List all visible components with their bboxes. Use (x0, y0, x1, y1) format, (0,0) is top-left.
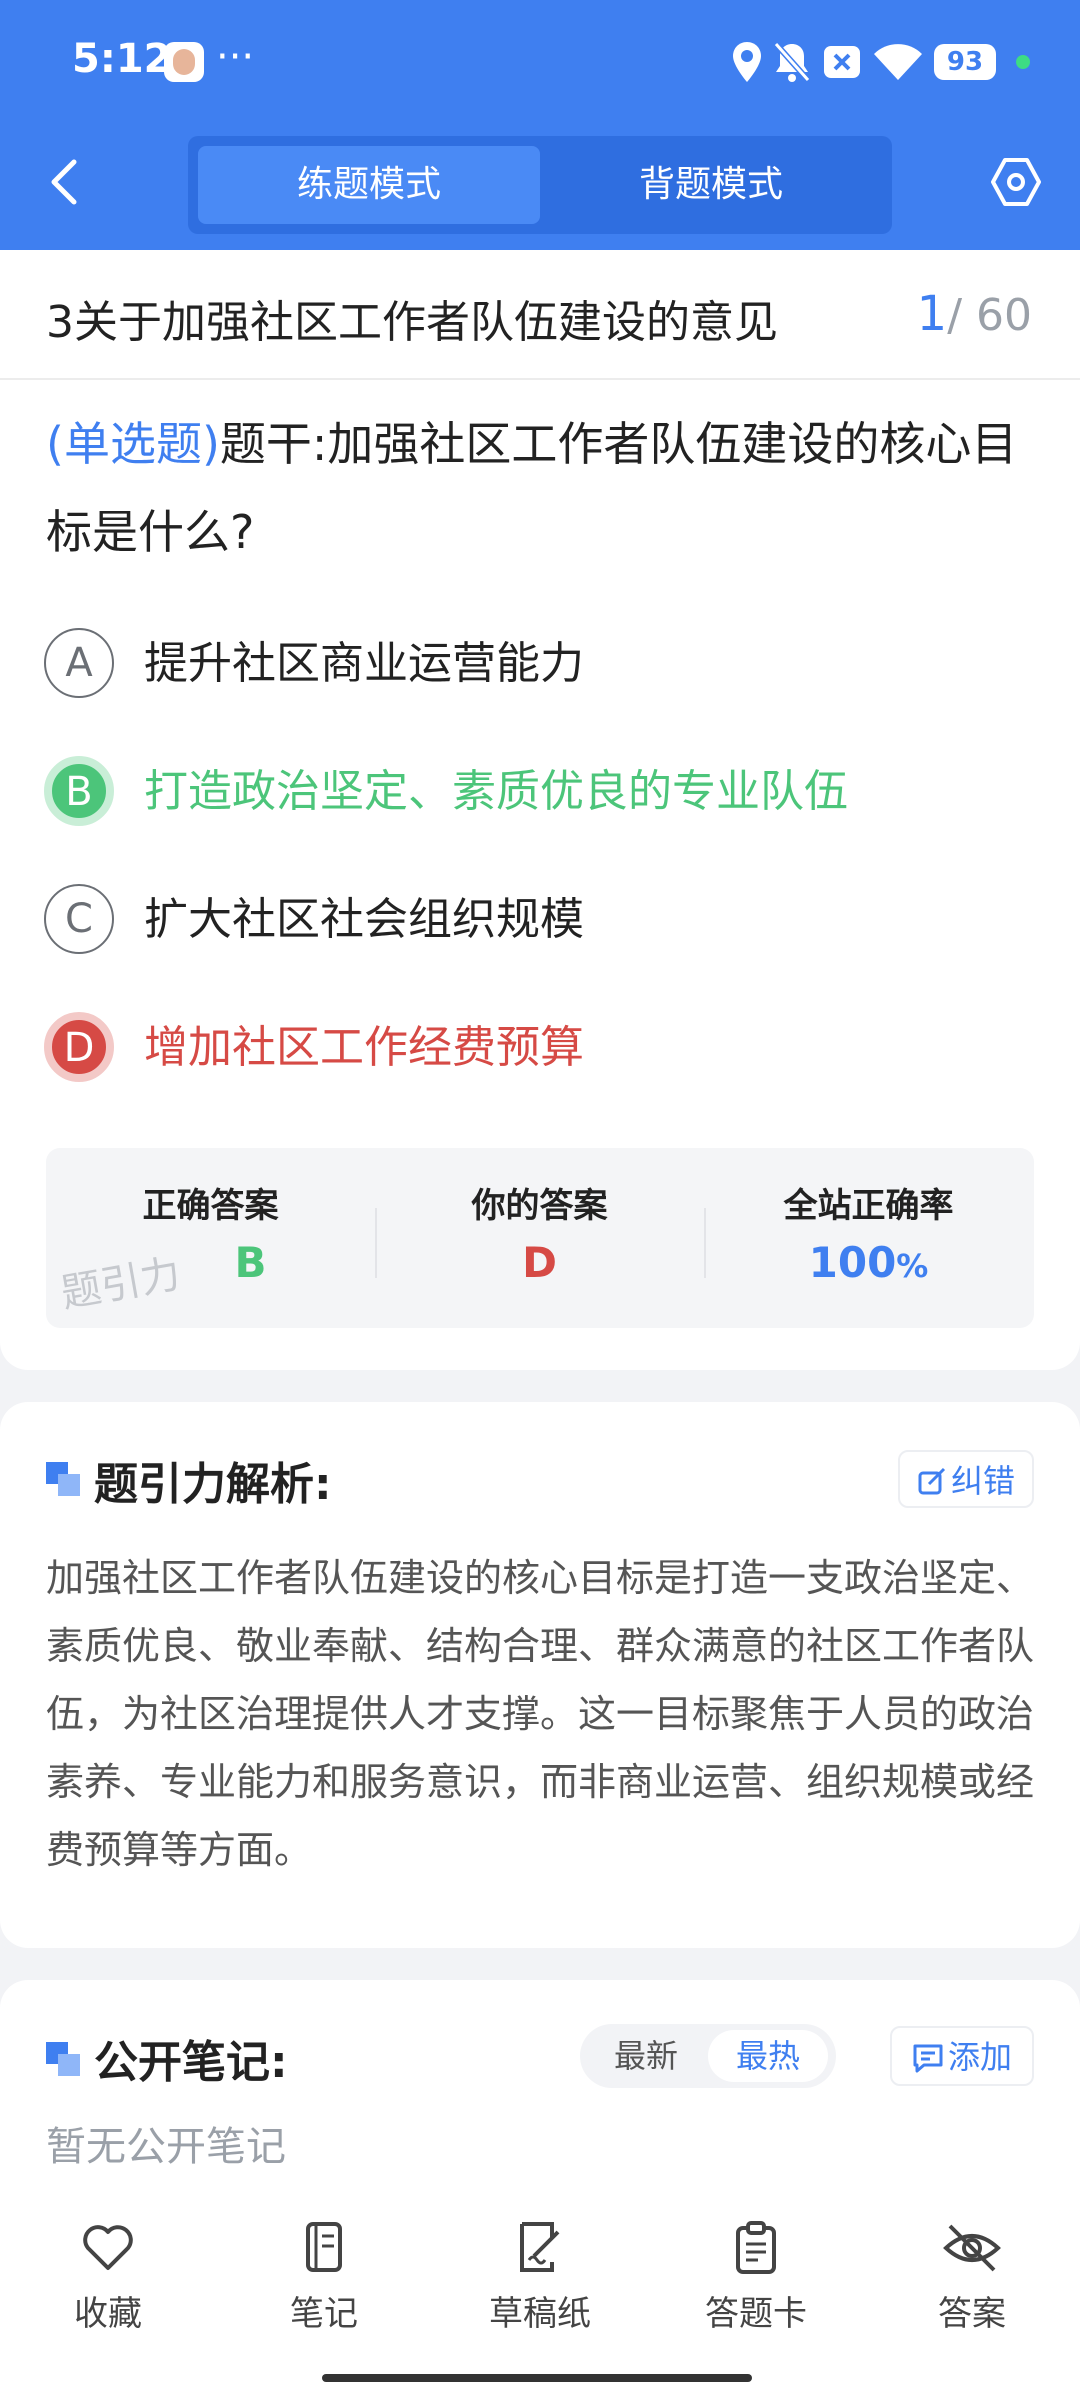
status-time: 5:12 (72, 36, 172, 82)
sort-latest-button[interactable]: 最新 (590, 2030, 702, 2082)
section-icon (46, 2042, 82, 2078)
tab-label: 草稿纸 (489, 2294, 591, 2334)
sort-hot-button[interactable]: 最热 (708, 2030, 828, 2082)
report-error-label: 纠错 (950, 1462, 1015, 1500)
add-note-label: 添加 (947, 2038, 1012, 2076)
notification-avatar-icon (164, 42, 204, 82)
site-accuracy-value: 100% (704, 1238, 1033, 1287)
eye-off-icon (943, 2224, 1001, 2272)
site-accuracy-number: 100 (808, 1238, 897, 1287)
tab-label: 笔记 (290, 2294, 358, 2334)
bell-mute-icon (773, 42, 811, 82)
question-counter: 1/ 60 (917, 286, 1032, 342)
correct-answer-label: 正确答案 (142, 1186, 279, 1226)
sim-off-icon (824, 46, 860, 78)
add-note-button[interactable]: 添加 (890, 2026, 1034, 2086)
show-answer-button[interactable]: 答案 (892, 2220, 1052, 2340)
battery-icon: 93 (934, 44, 996, 80)
tab-recite-mode[interactable]: 背题模式 (540, 146, 882, 224)
settings-icon[interactable] (990, 156, 1042, 208)
notebook-icon (306, 2222, 342, 2272)
home-indicator[interactable] (322, 2374, 752, 2382)
tab-label: 答题卡 (705, 2294, 807, 2334)
option-letter: A (44, 628, 114, 698)
heart-icon (83, 2225, 133, 2270)
site-accuracy-label: 全站正确率 (783, 1186, 954, 1226)
question-type: (单选题) (46, 417, 220, 471)
option-text: 扩大社区社会组织规模 (144, 894, 584, 945)
answer-card-button[interactable]: 答题卡 (676, 2220, 836, 2340)
answer-card-icon (736, 2221, 776, 2274)
question-total: / 60 (947, 290, 1032, 341)
more-notifications-icon: ··· (216, 34, 255, 80)
divider (0, 378, 1080, 380)
notes-empty-text: 暂无公开笔记 (46, 2124, 286, 2170)
analysis-title: 题引力解析: (94, 1459, 332, 1510)
draft-paper-button[interactable]: 草稿纸 (460, 2220, 620, 2340)
tab-practice-mode[interactable]: 练题模式 (198, 146, 540, 224)
option-text: 打造政治坚定、素质优良的专业队伍 (144, 766, 848, 817)
your-answer: 你的答案 D (375, 1148, 704, 1328)
location-icon (733, 42, 761, 82)
chapter-title: 3关于加强社区工作者队伍建设的意见 (46, 297, 778, 348)
your-answer-value: D (522, 1238, 557, 1287)
analysis-text: 加强社区工作者队伍建设的核心目标是打造一支政治坚定、素质优良、敬业奉献、结构合理… (46, 1556, 1035, 1872)
option-c[interactable]: C 扩大社区社会组织规模 (44, 880, 1034, 960)
option-b[interactable]: B 打造政治坚定、素质优良的专业队伍 (44, 752, 1034, 832)
option-d[interactable]: D 增加社区工作经费预算 (44, 1008, 1034, 1088)
question-stem: (单选题)题干:加强社区工作者队伍建设的核心目标是什么? (46, 400, 1036, 576)
option-text: 增加社区工作经费预算 (144, 1022, 584, 1073)
comment-icon (913, 2044, 943, 2073)
option-a[interactable]: A 提升社区商业运营能力 (44, 624, 1034, 704)
option-letter: D (44, 1012, 114, 1082)
your-answer-label: 你的答案 (471, 1186, 608, 1226)
status-dot (1016, 55, 1030, 69)
option-letter: C (44, 884, 114, 954)
option-text: 提升社区商业运营能力 (144, 638, 584, 689)
section-icon (46, 1462, 82, 1498)
question-current: 1 (916, 286, 948, 342)
wifi-icon (874, 44, 922, 80)
site-accuracy: 全站正确率 100% (704, 1148, 1033, 1328)
edit-icon (918, 1467, 946, 1495)
option-letter: B (44, 756, 114, 826)
notes-button[interactable]: 笔记 (244, 2220, 404, 2340)
report-error-button[interactable]: 纠错 (898, 1450, 1034, 1508)
tab-label: 收藏 (74, 2294, 142, 2334)
favorite-button[interactable]: 收藏 (28, 2220, 188, 2340)
notes-title: 公开笔记: (94, 2037, 288, 2088)
draft-paper-icon (520, 2222, 560, 2272)
answer-summary: 正确答案 B 你的答案 D 全站正确率 100% (46, 1148, 1034, 1328)
back-icon[interactable] (40, 152, 90, 212)
site-accuracy-unit: % (896, 1247, 929, 1285)
tab-label: 答案 (938, 2294, 1006, 2334)
